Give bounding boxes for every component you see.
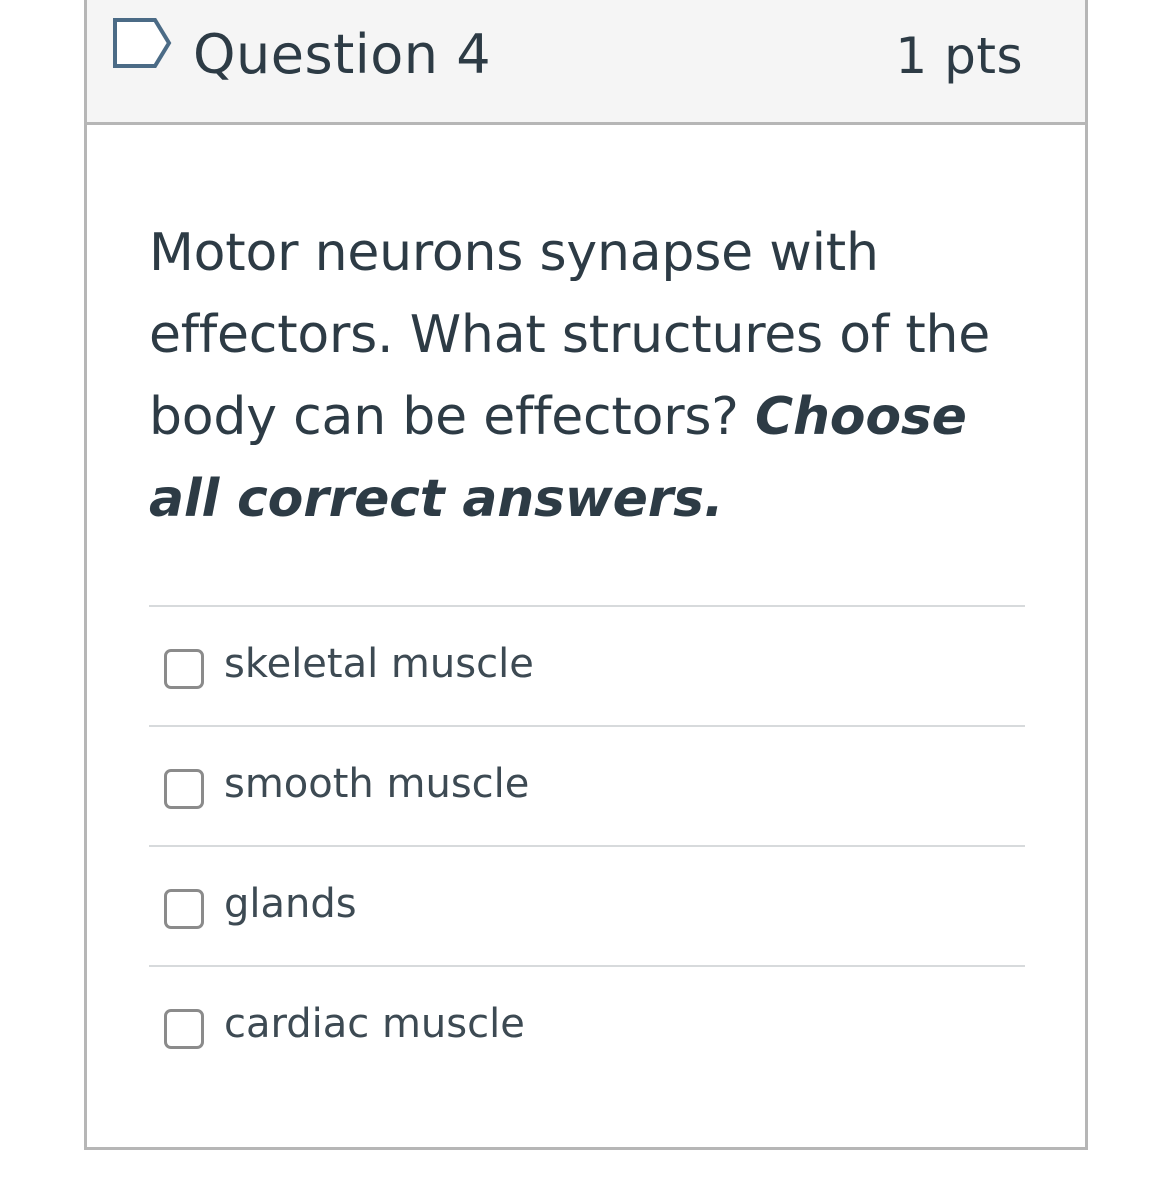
answer-option[interactable]: cardiac muscle xyxy=(149,965,1025,1085)
answer-label[interactable]: cardiac muscle xyxy=(224,999,525,1049)
question-title: Question 4 xyxy=(193,23,492,86)
answer-option[interactable]: glands xyxy=(149,845,1025,965)
answer-label[interactable]: smooth muscle xyxy=(224,759,529,809)
answer-label[interactable]: glands xyxy=(224,879,357,929)
answer-checkbox[interactable] xyxy=(164,649,204,689)
answer-checkbox[interactable] xyxy=(164,769,204,809)
answer-list: skeletal muscle smooth muscle glands car… xyxy=(149,605,1025,1085)
question-card: Question 4 1 pts Motor neurons synapse w… xyxy=(84,0,1088,1150)
answer-option[interactable]: smooth muscle xyxy=(149,725,1025,845)
answer-label[interactable]: skeletal muscle xyxy=(224,639,534,689)
answer-checkbox[interactable] xyxy=(164,889,204,929)
question-header: Question 4 1 pts xyxy=(87,0,1085,125)
flag-question-icon[interactable] xyxy=(111,16,175,70)
question-points: 1 pts xyxy=(895,27,1023,85)
answer-option[interactable]: skeletal muscle xyxy=(149,605,1025,725)
answer-checkbox[interactable] xyxy=(164,1009,204,1049)
question-prompt: Motor neurons synapse with effectors. Wh… xyxy=(149,212,1009,540)
